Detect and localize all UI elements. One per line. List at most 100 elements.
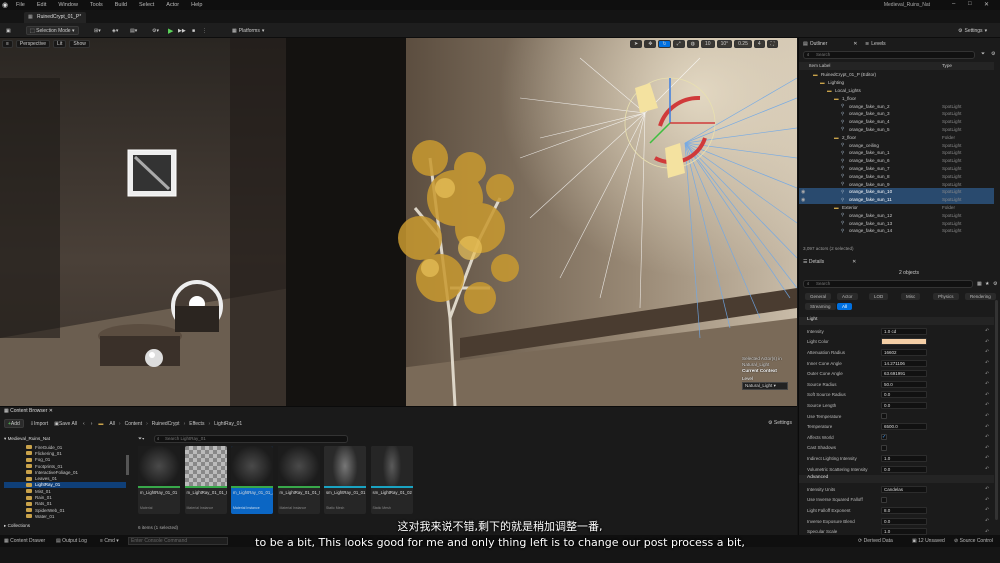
outliner-row[interactable]: ⚲ orange_fake_sun_6 SpotLight xyxy=(799,157,994,165)
viewport-options-icon[interactable]: ≡ xyxy=(2,40,13,48)
outliner-row[interactable]: ⚲ orange_ceiling SpotLight xyxy=(799,141,994,149)
outliner-row[interactable]: ⚲ orange_fake_sun_8 SpotLight xyxy=(799,172,994,180)
breadcrumb-item[interactable]: Content xyxy=(125,421,143,427)
breadcrumb-item[interactable]: RuinedCrypt xyxy=(152,421,180,427)
blueprint-icon[interactable]: ◈▾ xyxy=(112,26,118,35)
property-value-field[interactable]: 1.0 xyxy=(881,454,927,462)
camera-speed-value[interactable]: 4 xyxy=(753,40,765,48)
menu-build[interactable]: Build xyxy=(109,2,133,8)
content-browser-tab[interactable]: ▦ Content Browser ✕ xyxy=(4,408,53,414)
property-checkbox[interactable] xyxy=(881,413,887,420)
asset-tile[interactable]: sm_LightRay_01_02 Static Mesh xyxy=(370,446,413,514)
reset-to-default-icon[interactable]: ↶ xyxy=(985,371,989,377)
outliner-row[interactable]: ⚲ orange_fake_sun_9 SpotLight xyxy=(799,180,994,188)
back-icon[interactable]: ‹ xyxy=(83,421,85,427)
details-settings-icon[interactable]: ⚙ xyxy=(993,281,997,287)
lit-button[interactable]: Lit xyxy=(53,40,67,48)
unreal-logo-icon[interactable]: ◉ xyxy=(0,0,10,10)
breadcrumb-item[interactable]: Effects xyxy=(189,421,204,427)
rotate-tool-icon[interactable]: ↻ xyxy=(658,40,671,48)
outliner-row[interactable]: ⚲ orange_fake_sun_14 SpotLight xyxy=(799,227,994,235)
item-label-header[interactable]: Item Label xyxy=(809,63,830,68)
type-header[interactable]: Type xyxy=(942,63,952,68)
outliner-row[interactable]: ⚲ orange_fake_sun_7 SpotLight xyxy=(799,165,994,173)
property-checkbox[interactable] xyxy=(881,496,887,503)
property-value-field[interactable]: 50.0 xyxy=(881,380,927,388)
level-tab[interactable]: ▦ RuinedCrypt_01_P* xyxy=(24,12,86,23)
outliner-tab[interactable]: ▤ Outliner ✕ xyxy=(803,38,857,49)
reset-to-default-icon[interactable]: ↶ xyxy=(985,328,989,334)
outliner-row[interactable]: ⚲ orange_fake_sun_1 SpotLight xyxy=(799,149,994,157)
reset-to-default-icon[interactable]: ↶ xyxy=(985,360,989,366)
outliner-row[interactable]: ⚲ orange_fake_sun_5 SpotLight xyxy=(799,126,994,134)
details-favorite-icon[interactable]: ★ xyxy=(985,281,989,287)
property-value-field[interactable]: 16602 xyxy=(881,348,927,356)
maximize-icon[interactable]: □ xyxy=(968,1,972,7)
asset-search-input[interactable]: ⌕ Search LightRay_01 xyxy=(154,435,348,443)
minimize-icon[interactable]: – xyxy=(952,1,955,7)
menu-window[interactable]: Window xyxy=(52,2,84,8)
outliner-settings-icon[interactable]: ⚙ xyxy=(991,51,995,57)
outliner-search-input[interactable]: ⌕ Search xyxy=(803,51,975,59)
property-value-field[interactable]: 8.0 xyxy=(881,506,927,514)
platforms-button[interactable]: ▦ Platforms ▾ xyxy=(232,26,264,35)
outliner-row[interactable]: ◉ ⚲ orange_fake_sun_11 SpotLight xyxy=(799,195,994,204)
property-value-field[interactable]: 63.691991 xyxy=(881,370,927,378)
scale-snap-value[interactable]: 0.25 xyxy=(734,40,752,48)
category-filter-misc[interactable]: Misc xyxy=(901,293,921,300)
outliner-tab-close-icon[interactable]: ✕ xyxy=(853,41,857,47)
outliner-row[interactable]: ▬ Lighting xyxy=(799,79,994,87)
reset-to-default-icon[interactable]: ↶ xyxy=(985,507,989,513)
settings-button[interactable]: ⚙ Settings ▾ xyxy=(958,26,987,35)
save-all-button[interactable]: ▣Save All xyxy=(54,421,77,427)
play-icon[interactable]: ▶ xyxy=(168,26,173,35)
reset-to-default-icon[interactable]: ↶ xyxy=(985,497,989,503)
outliner-row[interactable]: ▬ 2_floor Folder xyxy=(799,133,994,141)
category-filter-general[interactable]: General xyxy=(805,293,832,300)
filter-icon[interactable]: ⏷▾ xyxy=(138,436,144,442)
property-value-field[interactable]: 0.0 xyxy=(881,465,927,473)
world-local-icon[interactable]: ◍ xyxy=(686,40,699,48)
outliner-row[interactable]: ⚲ orange_fake_sun_4 SpotLight xyxy=(799,118,994,126)
reset-to-default-icon[interactable]: ↶ xyxy=(985,349,989,355)
outliner-row[interactable]: ⚲ orange_fake_sun_13 SpotLight xyxy=(799,219,994,227)
select-tool-icon[interactable]: ➤ xyxy=(630,40,643,48)
add-content-icon[interactable]: ⊞▾ xyxy=(94,26,101,35)
details-grid-icon[interactable]: ▦ xyxy=(977,281,982,287)
category-filter-physics[interactable]: Physics xyxy=(933,293,959,300)
show-button[interactable]: Show xyxy=(69,40,90,48)
play-options-icon[interactable]: ⋮ xyxy=(202,26,207,35)
outliner-row[interactable]: ◉ ⚲ orange_fake_sun_10 SpotLight xyxy=(799,188,994,196)
menu-actor[interactable]: Actor xyxy=(160,2,185,8)
move-tool-icon[interactable]: ✥ xyxy=(644,40,657,48)
level-dropdown[interactable]: Natural_Light ▾ xyxy=(742,382,788,390)
forward-icon[interactable]: › xyxy=(91,421,93,427)
visibility-eye-icon[interactable]: ◉ xyxy=(801,197,805,203)
folder-scrollbar[interactable] xyxy=(126,455,129,475)
reset-to-default-icon[interactable]: ↶ xyxy=(985,424,989,430)
close-icon[interactable]: ✕ xyxy=(984,1,989,8)
property-value-field[interactable]: 6500.0 xyxy=(881,423,927,431)
asset-tile[interactable]: m_LightRay_01_01_Add Material Instance xyxy=(231,446,273,514)
reset-to-default-icon[interactable]: ↶ xyxy=(985,455,989,461)
menu-select[interactable]: Select xyxy=(133,2,160,8)
build-icon[interactable]: ⚙▾ xyxy=(152,26,159,35)
light-color-swatch[interactable] xyxy=(881,338,927,346)
reset-to-default-icon[interactable]: ↶ xyxy=(985,466,989,472)
add-button[interactable]: + Add xyxy=(4,419,24,428)
scale-tool-icon[interactable]: ⤢ xyxy=(672,40,685,48)
asset-tile[interactable]: m_LightRay_01_01_Blue Material Instance xyxy=(184,446,227,514)
category-filter-streaming[interactable]: Streaming xyxy=(805,303,836,310)
menu-help[interactable]: Help xyxy=(185,2,208,8)
menu-tools[interactable]: Tools xyxy=(84,2,109,8)
step-icon[interactable]: ▶▶ xyxy=(178,26,186,35)
property-value-field[interactable]: 1.0 cd xyxy=(881,327,927,335)
outliner-row[interactable]: ▬ 1_floor xyxy=(799,94,994,102)
category-filter-lod[interactable]: LOD xyxy=(869,293,889,300)
outliner-row[interactable]: ▬ Exterior Folder xyxy=(799,204,994,212)
levels-tab[interactable]: ≋ Levels xyxy=(865,38,886,49)
advanced-section-header[interactable]: Advanced xyxy=(799,475,994,483)
asset-tile[interactable]: m_LightRay_01_01_Mesh Material Instance xyxy=(277,446,320,514)
rotation-snap-value[interactable]: 10° xyxy=(716,40,733,48)
import-button[interactable]: ⇩Import xyxy=(30,421,48,427)
